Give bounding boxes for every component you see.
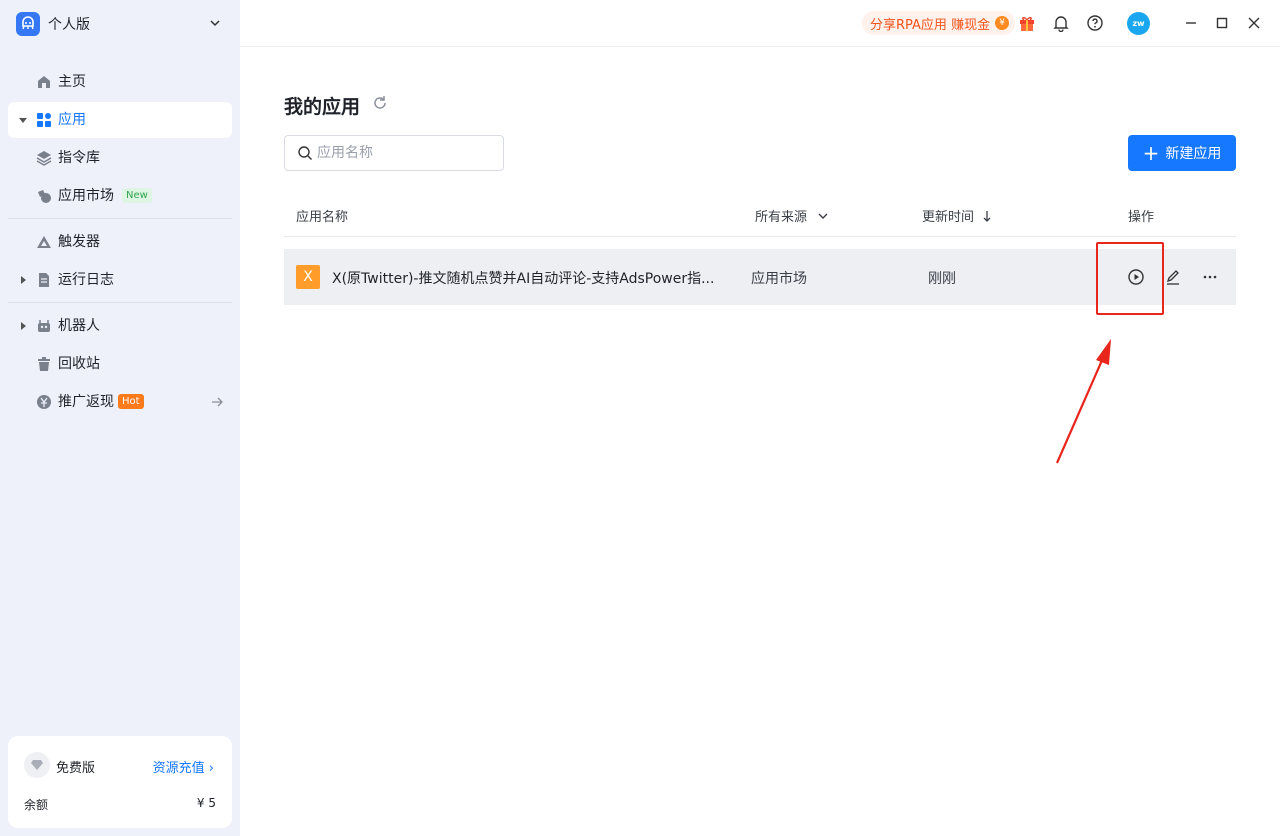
close-icon[interactable] <box>1245 14 1263 32</box>
sidebar-item-apps[interactable]: 应用 <box>8 102 232 138</box>
sidebar-divider <box>8 302 232 303</box>
new-app-label: 新建应用 <box>1165 146 1222 162</box>
robot-icon <box>38 320 50 332</box>
page-title: 我的应用 <box>284 96 361 118</box>
search-input[interactable] <box>317 145 487 161</box>
sidebar-item-triggers[interactable]: 触发器 <box>8 224 232 260</box>
app-source: 应用市场 <box>751 271 807 287</box>
sidebar-item-referral[interactable]: 推广返现 Hot <box>8 384 232 420</box>
new-badge: New <box>122 188 152 203</box>
sidebar-item-label: 主页 <box>58 74 86 90</box>
caret-down-icon[interactable] <box>18 115 28 125</box>
sidebar: 个人版 主页 应用 指令库 应用市场 New 触发器 运行日志 机器人 回收站 … <box>0 0 240 836</box>
coin-badge-icon: ¥ <box>995 16 1010 30</box>
sidebar-item-robots[interactable]: 机器人 <box>8 308 232 344</box>
sidebar-item-label: 应用市场 <box>58 188 114 204</box>
edit-icon[interactable] <box>1164 268 1182 286</box>
document-icon <box>39 273 49 287</box>
minimize-icon[interactable] <box>1182 14 1200 32</box>
column-header-source: 所有来源 <box>755 210 808 225</box>
plan-name: 免费版 <box>56 761 96 776</box>
caret-right-icon[interactable] <box>18 275 28 285</box>
balance-label: 余额 <box>24 798 49 812</box>
sidebar-item-label: 回收站 <box>58 356 100 372</box>
app-updated-time: 刚刚 <box>928 271 956 287</box>
sidebar-item-label: 推广返现 <box>58 394 114 410</box>
bell-icon[interactable] <box>1052 14 1070 32</box>
recharge-link[interactable]: 资源充值 › <box>153 757 214 776</box>
sidebar-item-home[interactable]: 主页 <box>8 64 232 100</box>
sidebar-item-label: 运行日志 <box>58 272 114 288</box>
arrow-right-icon[interactable] <box>210 395 224 409</box>
caret-right-icon[interactable] <box>18 321 28 331</box>
source-filter-dropdown[interactable]: 所有来源 <box>755 206 829 225</box>
sidebar-item-label: 机器人 <box>58 318 100 334</box>
maximize-icon[interactable] <box>1213 14 1231 32</box>
search-icon <box>298 146 312 160</box>
sidebar-item-label: 应用 <box>58 112 86 128</box>
home-icon <box>38 76 50 88</box>
promo-label: 分享RPA应用 赚现金 <box>870 17 991 33</box>
balance-value: ¥ 5 <box>196 796 216 810</box>
trigger-icon <box>37 236 51 248</box>
updated-sort-header[interactable]: 更新时间 <box>922 206 992 225</box>
plan-card: 免费版 资源充值 › 余额 ¥ 5 <box>8 736 232 828</box>
column-header-updated: 更新时间 <box>922 210 975 225</box>
chevron-down-icon[interactable] <box>208 16 222 30</box>
sidebar-item-recycle-bin[interactable]: 回收站 <box>8 346 232 382</box>
sort-down-icon <box>983 211 991 222</box>
gift-icon[interactable] <box>1018 14 1036 32</box>
app-name[interactable]: X(原Twitter)-推文随机点赞并AI自动评论-支持AdsPower指... <box>332 268 722 288</box>
column-header-actions: 操作 <box>1128 210 1155 225</box>
sidebar-item-run-logs[interactable]: 运行日志 <box>8 262 232 298</box>
search-box[interactable] <box>284 135 504 171</box>
refresh-icon[interactable] <box>372 95 388 111</box>
app-icon: X <box>296 265 320 289</box>
workspace-name: 个人版 <box>48 17 90 33</box>
workspace-logo-icon <box>16 12 40 36</box>
avatar[interactable]: zw <box>1127 12 1150 35</box>
sidebar-item-label: 指令库 <box>58 150 100 166</box>
share-promo-button[interactable]: 分享RPA应用 赚现金 ¥ <box>862 11 1016 35</box>
hot-badge: Hot <box>118 394 144 409</box>
diamond-icon <box>24 752 50 778</box>
coin-icon <box>37 395 51 409</box>
sidebar-item-app-market[interactable]: 应用市场 New <box>8 178 232 214</box>
apps-grid-icon <box>37 113 51 127</box>
market-icon <box>38 190 51 203</box>
column-header-name: 应用名称 <box>296 210 349 225</box>
sidebar-item-label-group: 推广返现 Hot <box>58 393 144 411</box>
sidebar-item-command-library[interactable]: 指令库 <box>8 140 232 176</box>
table-row[interactable]: X X(原Twitter)-推文随机点赞并AI自动评论-支持AdsPower指.… <box>284 249 1236 305</box>
app-window: 个人版 主页 应用 指令库 应用市场 New 触发器 运行日志 机器人 回收站 … <box>0 0 1280 836</box>
sidebar-item-label-group: 应用市场 New <box>58 187 152 205</box>
sidebar-nav: 主页 应用 指令库 应用市场 New 触发器 运行日志 机器人 回收站 推广返现… <box>8 64 232 422</box>
more-icon[interactable] <box>1201 268 1219 286</box>
plus-icon: + <box>1142 141 1160 165</box>
layers-icon <box>36 151 52 166</box>
annotation-arrow <box>1055 339 1111 464</box>
chevron-down-icon <box>818 213 828 219</box>
top-bar: 分享RPA应用 赚现金 ¥ zw <box>240 0 1280 47</box>
trash-icon <box>38 357 50 371</box>
sidebar-divider <box>8 218 232 219</box>
workspace-switcher[interactable]: 个人版 <box>16 12 224 36</box>
new-app-button[interactable]: + 新建应用 <box>1128 135 1236 171</box>
table-header: 应用名称 所有来源 更新时间 操作 <box>284 190 1236 237</box>
highlight-box <box>1096 242 1164 315</box>
help-icon[interactable] <box>1086 14 1104 32</box>
sidebar-item-label: 触发器 <box>58 234 100 250</box>
